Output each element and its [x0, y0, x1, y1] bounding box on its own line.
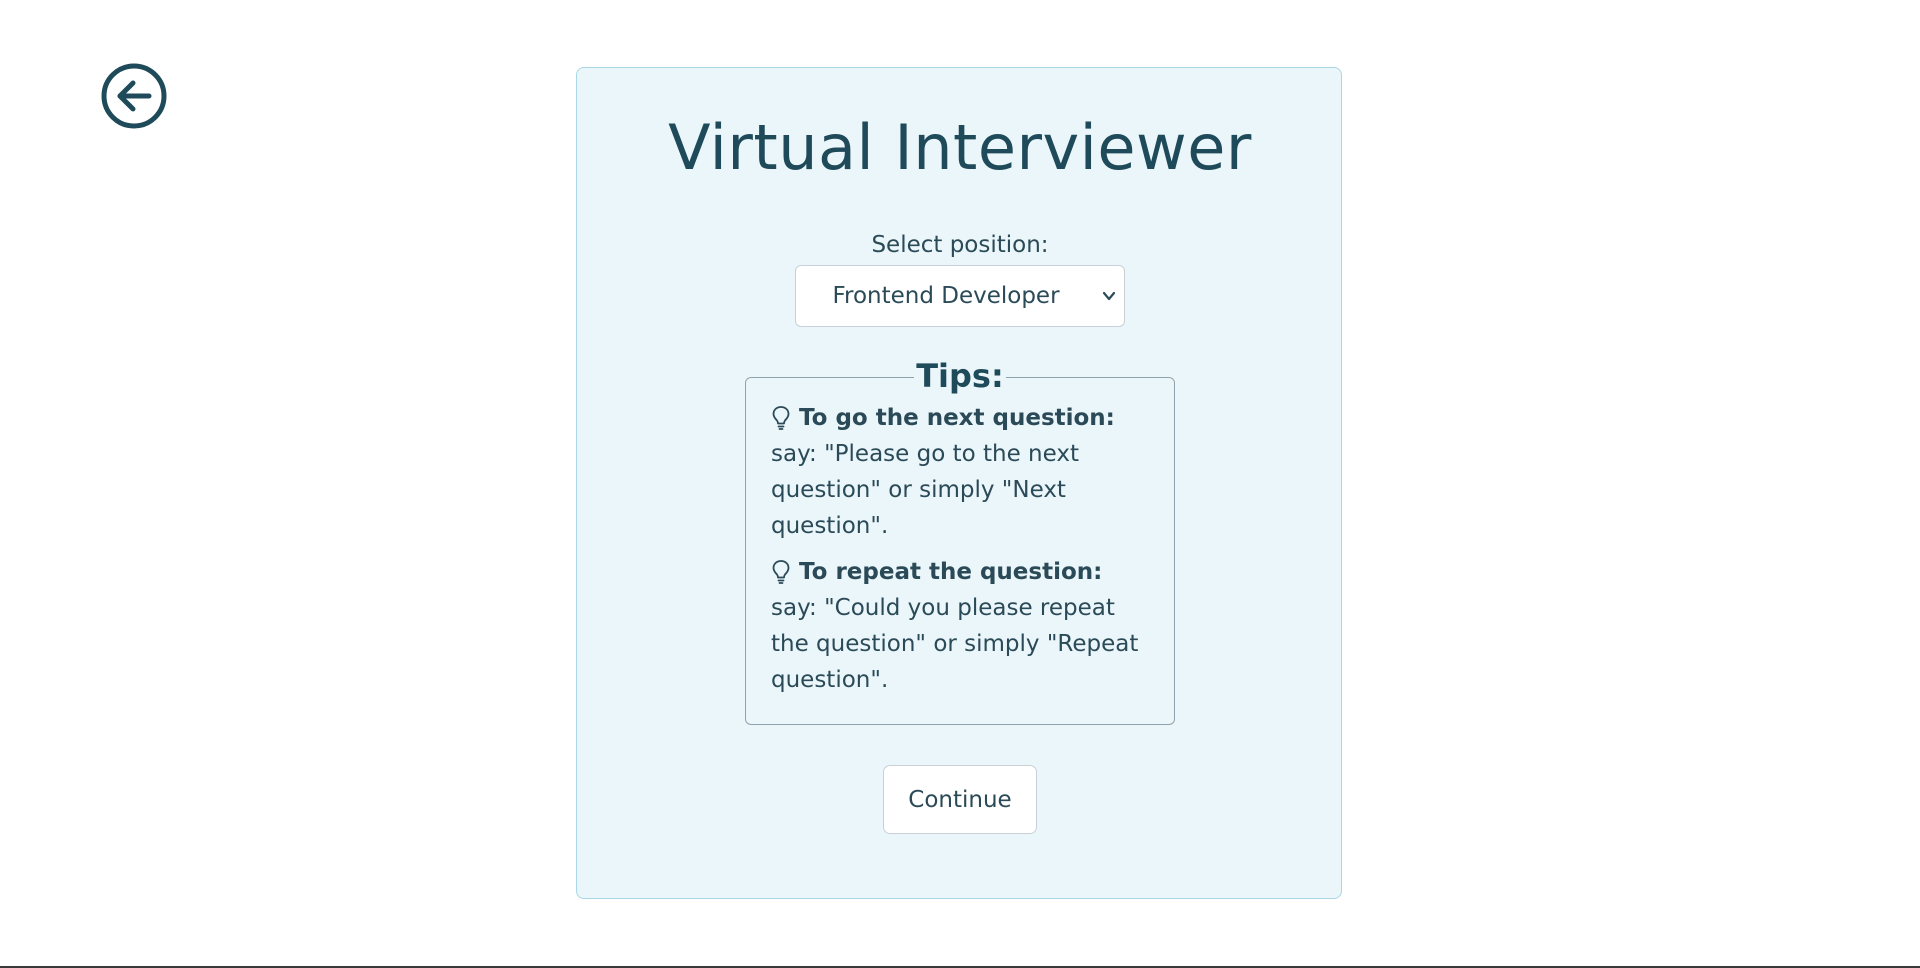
- chevron-down-icon: [1102, 289, 1116, 303]
- tip-next-question: To go the next question: say: "Please go…: [771, 400, 1151, 544]
- tip-repeat-question: To repeat the question: say: "Could you …: [771, 554, 1151, 698]
- position-select-value: Frontend Developer: [832, 283, 1060, 309]
- lightbulb-icon: [771, 559, 791, 585]
- continue-button[interactable]: Continue: [883, 765, 1037, 834]
- tips-heading: Tips:: [914, 357, 1006, 395]
- tip-text: say: "Could you please repeat the questi…: [771, 595, 1139, 693]
- position-select-label: Select position:: [871, 232, 1049, 258]
- tip-title: To repeat the question:: [799, 559, 1103, 585]
- lightbulb-icon: [771, 405, 791, 431]
- tip-title: To go the next question:: [799, 405, 1115, 431]
- page-title: Virtual Interviewer: [668, 111, 1252, 184]
- tip-text: say: "Please go to the next question" or…: [771, 441, 1079, 539]
- position-select[interactable]: Frontend Developer: [795, 265, 1125, 327]
